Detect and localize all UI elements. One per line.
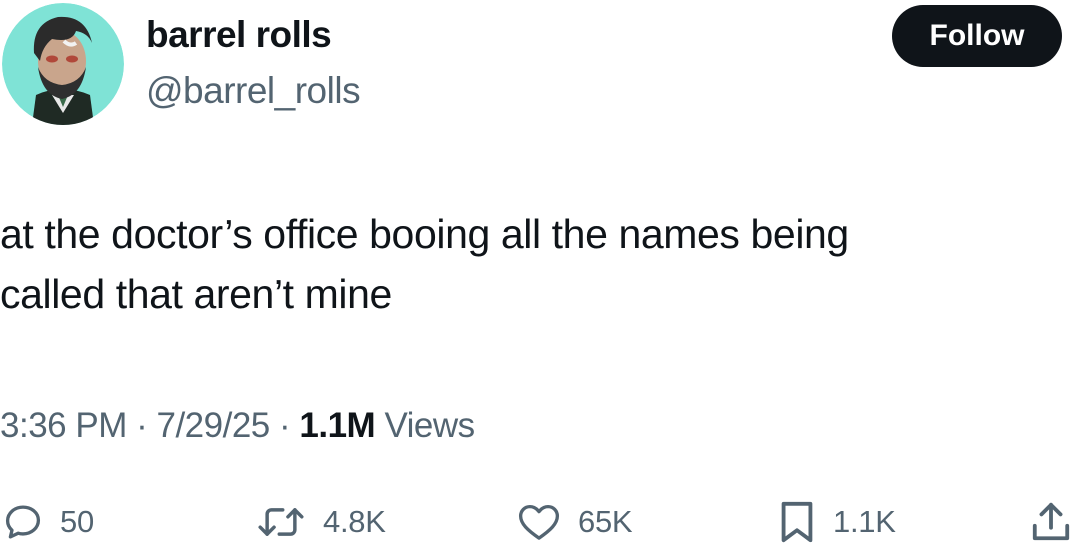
author-display-name[interactable]: barrel rolls	[146, 14, 332, 56]
bookmark-icon	[781, 501, 813, 543]
views-count: 1.1M	[299, 406, 376, 445]
meta-separator: ·	[279, 406, 291, 445]
tweet-text-line-1: at the doctor’s office booing all the na…	[0, 211, 849, 257]
tweet-text-line-2: called that aren’t mine	[0, 271, 392, 317]
tweet-text: at the doctor’s office booing all the na…	[0, 204, 1060, 324]
reply-icon	[5, 505, 41, 539]
like-button[interactable]: 65K	[516, 497, 633, 547]
views-label: Views	[384, 406, 475, 445]
reply-button[interactable]: 50	[2, 497, 94, 547]
tweet-meta: 3:36 PM · 7/29/25 · 1.1M Views	[0, 406, 475, 446]
author-handle[interactable]: @barrel_rolls	[146, 70, 361, 112]
bookmark-count: 1.1K	[833, 504, 896, 539]
share-icon	[1032, 502, 1070, 541]
bookmark-button[interactable]: 1.1K	[777, 497, 896, 547]
retweet-count: 4.8K	[323, 504, 386, 539]
heart-icon	[518, 504, 560, 540]
like-count: 65K	[578, 504, 633, 539]
meta-separator: ·	[136, 406, 148, 445]
avatar[interactable]	[2, 3, 124, 125]
tweet-time[interactable]: 3:36 PM	[0, 406, 127, 445]
avatar-image	[2, 3, 124, 125]
reply-count: 50	[60, 504, 94, 539]
retweet-icon	[258, 508, 304, 536]
tweet-date[interactable]: 7/29/25	[156, 406, 270, 445]
retweet-button[interactable]: 4.8K	[255, 497, 386, 547]
follow-button[interactable]: Follow	[892, 5, 1062, 67]
share-button[interactable]	[1030, 497, 1072, 547]
